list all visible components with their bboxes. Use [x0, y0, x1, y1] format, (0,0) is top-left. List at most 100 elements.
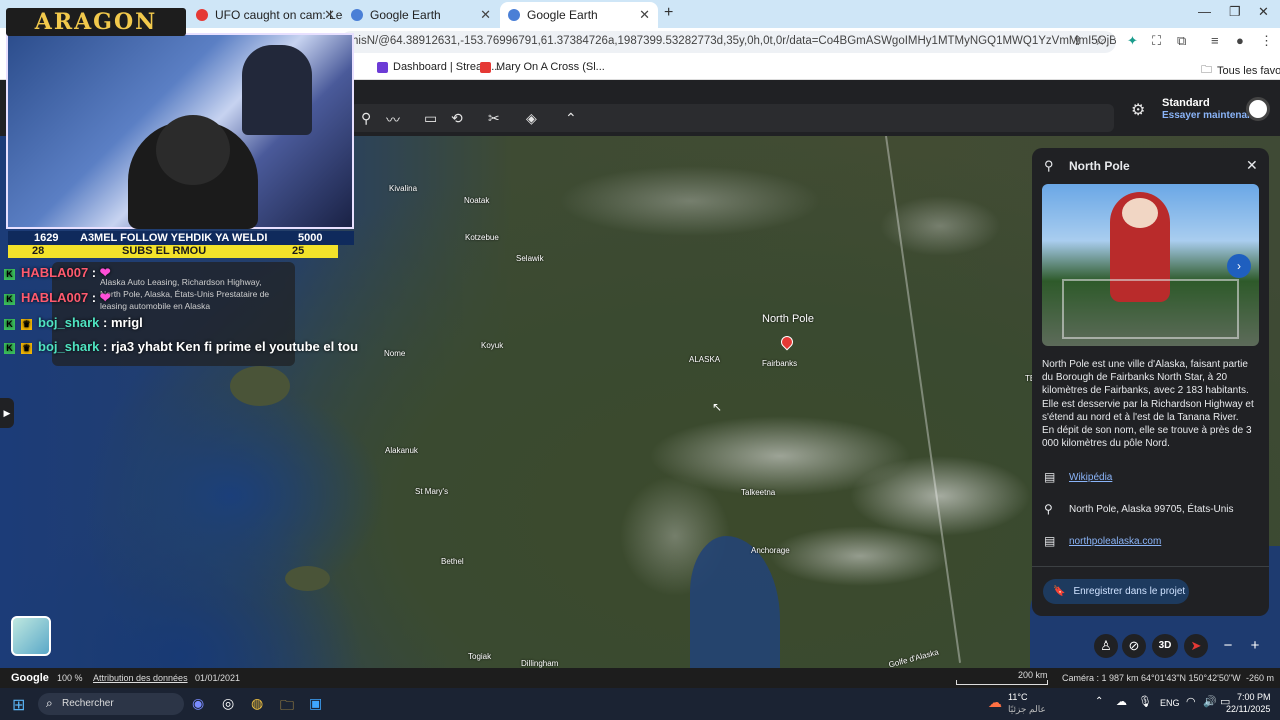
history-icon[interactable]: ⟲: [451, 110, 463, 127]
panel-title: North Pole: [1069, 159, 1130, 173]
zoom-out-icon[interactable]: −: [1216, 634, 1240, 658]
minimize-icon[interactable]: —: [1198, 4, 1211, 19]
place-label: Noatak: [464, 196, 490, 205]
zoom-in-icon[interactable]: +: [1243, 634, 1267, 658]
url-input[interactable]: hisN/@64.38912631,-153.76996791,61.37384…: [340, 31, 1116, 53]
draw-path-icon[interactable]: 〰: [386, 110, 400, 130]
save-button-label: Enregistrer dans le projet: [1073, 586, 1186, 597]
place-label: Togiak: [468, 652, 492, 661]
island: [285, 566, 330, 591]
earth-logo-icon[interactable]: [1246, 97, 1270, 121]
knowledge-panel: ⚲ North Pole ✕ › North Pole est une vill…: [1032, 148, 1269, 616]
next-photo-icon[interactable]: ›: [1227, 254, 1251, 278]
mouse-cursor-icon: ↖: [712, 400, 723, 414]
restore-icon[interactable]: ❐: [1229, 4, 1241, 20]
file-explorer-icon[interactable]: 🗀: [280, 695, 294, 719]
elevation: -260 m: [1246, 673, 1275, 683]
close-panel-icon[interactable]: ✕: [1246, 157, 1258, 174]
place-label: Anchorage: [751, 546, 790, 555]
profile-icon[interactable]: ●: [1236, 33, 1244, 48]
compass-icon[interactable]: ➤: [1184, 634, 1208, 658]
volume-icon[interactable]: 🔊: [1203, 695, 1217, 708]
taskbar-search[interactable]: ⌕ Rechercher: [38, 693, 184, 715]
toggle-3d-button[interactable]: 3D: [1152, 634, 1178, 658]
obs-icon[interactable]: ◎: [222, 695, 234, 712]
website-link[interactable]: northpolealaska.com: [1069, 536, 1161, 547]
google-logo: Google: [11, 672, 49, 684]
follow-banner: 1629 A3MEL FOLLOW YEHDIK YA WELDI 5000: [8, 231, 354, 245]
measure-ruler-icon[interactable]: ▭: [424, 110, 437, 127]
expand-sidebar-icon[interactable]: ▶: [0, 398, 14, 428]
sub-badge-icon: ♛: [21, 319, 32, 330]
tray-chevron-icon[interactable]: ⌃: [1095, 696, 1103, 707]
place-photo[interactable]: ›: [1042, 184, 1259, 346]
taskbar: ⊞ ⌕ Rechercher ◉ ◎ ◍ 🗀 ▣ ☁ 11°C عالم جزئ…: [0, 688, 1280, 720]
windows-start-icon[interactable]: ⊞: [12, 695, 25, 715]
all-bookmarks[interactable]: 🗀 Tous les favoris: [1201, 61, 1280, 80]
wifi-icon[interactable]: ◠: [1186, 695, 1196, 708]
tilt-icon[interactable]: ⊘: [1122, 634, 1146, 658]
discord-icon[interactable]: ◉: [192, 695, 204, 712]
add-placemark-icon[interactable]: ⚲: [361, 110, 371, 127]
try-now-link[interactable]: Essayer maintenant: [1162, 110, 1257, 121]
extensions-puzzle-icon[interactable]: ⧉: [1177, 33, 1186, 49]
place-label: Kotzebue: [465, 233, 499, 242]
chrome-icon[interactable]: ◍: [251, 695, 263, 712]
place-label: ALASKA: [689, 355, 721, 364]
santa-face: [1122, 198, 1158, 228]
attribution-link[interactable]: Attribution des données: [93, 673, 188, 683]
weather-temp: 11°C: [1008, 692, 1028, 702]
menu-dots-icon[interactable]: ⋮: [1260, 33, 1273, 49]
webcam-feed: [6, 33, 354, 229]
map-style-thumbnail[interactable]: [11, 616, 51, 656]
bookmark-mary[interactable]: Mary On A Cross (Sl...: [480, 61, 605, 73]
youtube-favicon-icon: [196, 9, 208, 21]
bookmark-star-icon[interactable]: ☆: [1094, 33, 1106, 49]
save-to-project-button[interactable]: 🔖 Enregistrer dans le projet: [1043, 579, 1189, 604]
clock-time[interactable]: 7:00 PM: [1237, 692, 1271, 702]
stream-logo: ARAGON: [6, 8, 186, 36]
place-label: Bethel: [441, 557, 464, 566]
chat-message: K ♛ boj_shark : rja3 yhabt Ken fi prime el…: [4, 339, 358, 354]
chat-message: K HABLA007 : ❤: [4, 290, 111, 306]
location-pin-icon[interactable]: [778, 333, 796, 351]
place-label: Koyuk: [481, 341, 504, 350]
place-label: St Mary's: [415, 487, 449, 496]
close-tab-icon[interactable]: ✕: [324, 7, 335, 23]
place-pin-icon: ⚲: [1044, 158, 1054, 173]
clock-date[interactable]: 22/11/2025: [1226, 704, 1270, 714]
wikipedia-link[interactable]: Wikipédia: [1069, 472, 1112, 483]
collapse-chevron-icon[interactable]: ⌃: [565, 110, 577, 127]
subs-text: SUBS EL RMOU: [122, 245, 207, 257]
microphone-icon[interactable]: 🎙: [1138, 695, 1152, 708]
place-description: North Pole est une ville d'Alaska, faisa…: [1042, 359, 1254, 450]
close-tab-icon[interactable]: ✕: [639, 7, 650, 23]
screenshot-icon[interactable]: ⛶: [1152, 33, 1161, 49]
follow-text: A3MEL FOLLOW YEHDIK YA WELDI: [80, 232, 268, 244]
settings-gear-icon[interactable]: ⚙: [1131, 100, 1145, 120]
close-window-icon[interactable]: ✕: [1258, 4, 1269, 20]
install-app-icon[interactable]: ⇪: [1072, 33, 1083, 49]
language-indicator[interactable]: ENG: [1160, 698, 1180, 708]
subs-banner: 28 SUBS EL RMOU 25: [8, 245, 338, 258]
search-placeholder: Rechercher: [62, 698, 114, 709]
app-icon[interactable]: ▣: [309, 695, 322, 712]
tab-ufo[interactable]: UFO caught on cam: Leaked vid ✕: [188, 2, 343, 28]
layers-icon[interactable]: ◈: [526, 110, 537, 127]
google-earth-favicon-icon: [351, 9, 363, 21]
youtube-icon: [480, 61, 491, 73]
plan-label: Standard: [1162, 97, 1210, 109]
tab-google-earth-1[interactable]: Google Earth ✕: [343, 2, 499, 28]
new-tab-icon[interactable]: +: [664, 4, 673, 22]
bookmark-label: Mary On A Cross (Sl...: [496, 61, 605, 73]
onedrive-icon[interactable]: ☁: [1116, 695, 1127, 708]
close-tab-icon[interactable]: ✕: [480, 7, 491, 23]
tools-icon[interactable]: ✂: [488, 110, 500, 127]
follower-count: 1629: [34, 232, 59, 244]
reading-list-icon[interactable]: ≡: [1211, 33, 1219, 48]
person-cap: [156, 115, 230, 185]
pegman-icon[interactable]: ♙: [1094, 634, 1118, 658]
place-label: Fairbanks: [762, 359, 798, 368]
tab-google-earth-2[interactable]: Google Earth ✕: [500, 2, 658, 28]
extension-icon[interactable]: ✦: [1127, 33, 1138, 49]
